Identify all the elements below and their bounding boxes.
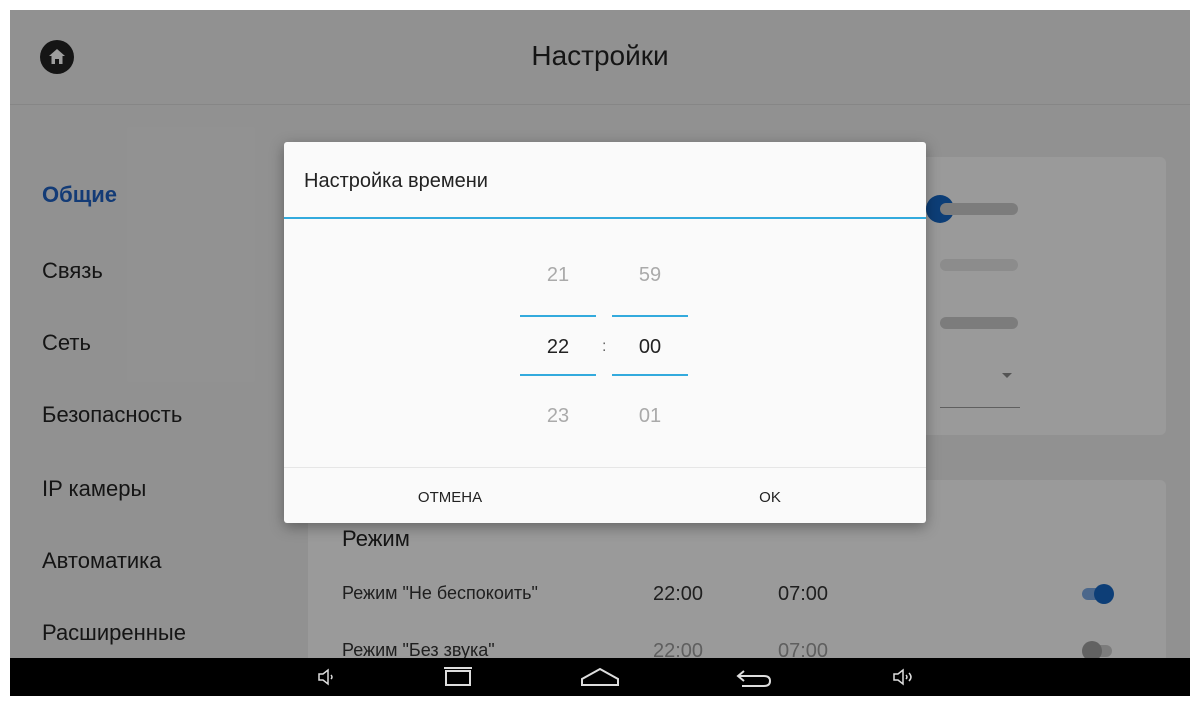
minute-divider-bottom bbox=[612, 374, 688, 376]
system-navigation-bar bbox=[10, 658, 1190, 696]
cancel-button[interactable]: ОТМЕНА bbox=[300, 478, 600, 518]
hour-next[interactable]: 23 bbox=[520, 405, 596, 428]
settings-screen: Настройки Общие Связь Сеть Безопасность … bbox=[10, 10, 1190, 696]
hour-prev[interactable]: 21 bbox=[520, 264, 596, 287]
hour-current[interactable]: 22 bbox=[520, 336, 596, 359]
ok-button[interactable]: OK bbox=[620, 478, 920, 518]
volume-down-icon[interactable] bbox=[314, 665, 338, 689]
hour-divider-top bbox=[520, 315, 596, 317]
minute-next[interactable]: 01 bbox=[612, 405, 688, 428]
volume-up-icon[interactable] bbox=[890, 665, 916, 689]
dialog-title: Настройка времени bbox=[304, 170, 488, 192]
minute-current[interactable]: 00 bbox=[612, 336, 688, 359]
minute-divider-top bbox=[612, 315, 688, 317]
time-separator: : bbox=[602, 338, 607, 355]
dialog-title-divider bbox=[284, 217, 926, 219]
hour-divider-bottom bbox=[520, 374, 596, 376]
time-picker-dialog: Настройка времени 21 22 23 : 59 00 01 ОТ… bbox=[284, 142, 926, 523]
minute-prev[interactable]: 59 bbox=[612, 264, 688, 287]
dialog-footer-divider bbox=[284, 467, 926, 468]
recent-apps-icon[interactable] bbox=[438, 665, 478, 689]
home-nav-icon[interactable] bbox=[578, 665, 622, 689]
back-icon[interactable] bbox=[732, 665, 776, 689]
